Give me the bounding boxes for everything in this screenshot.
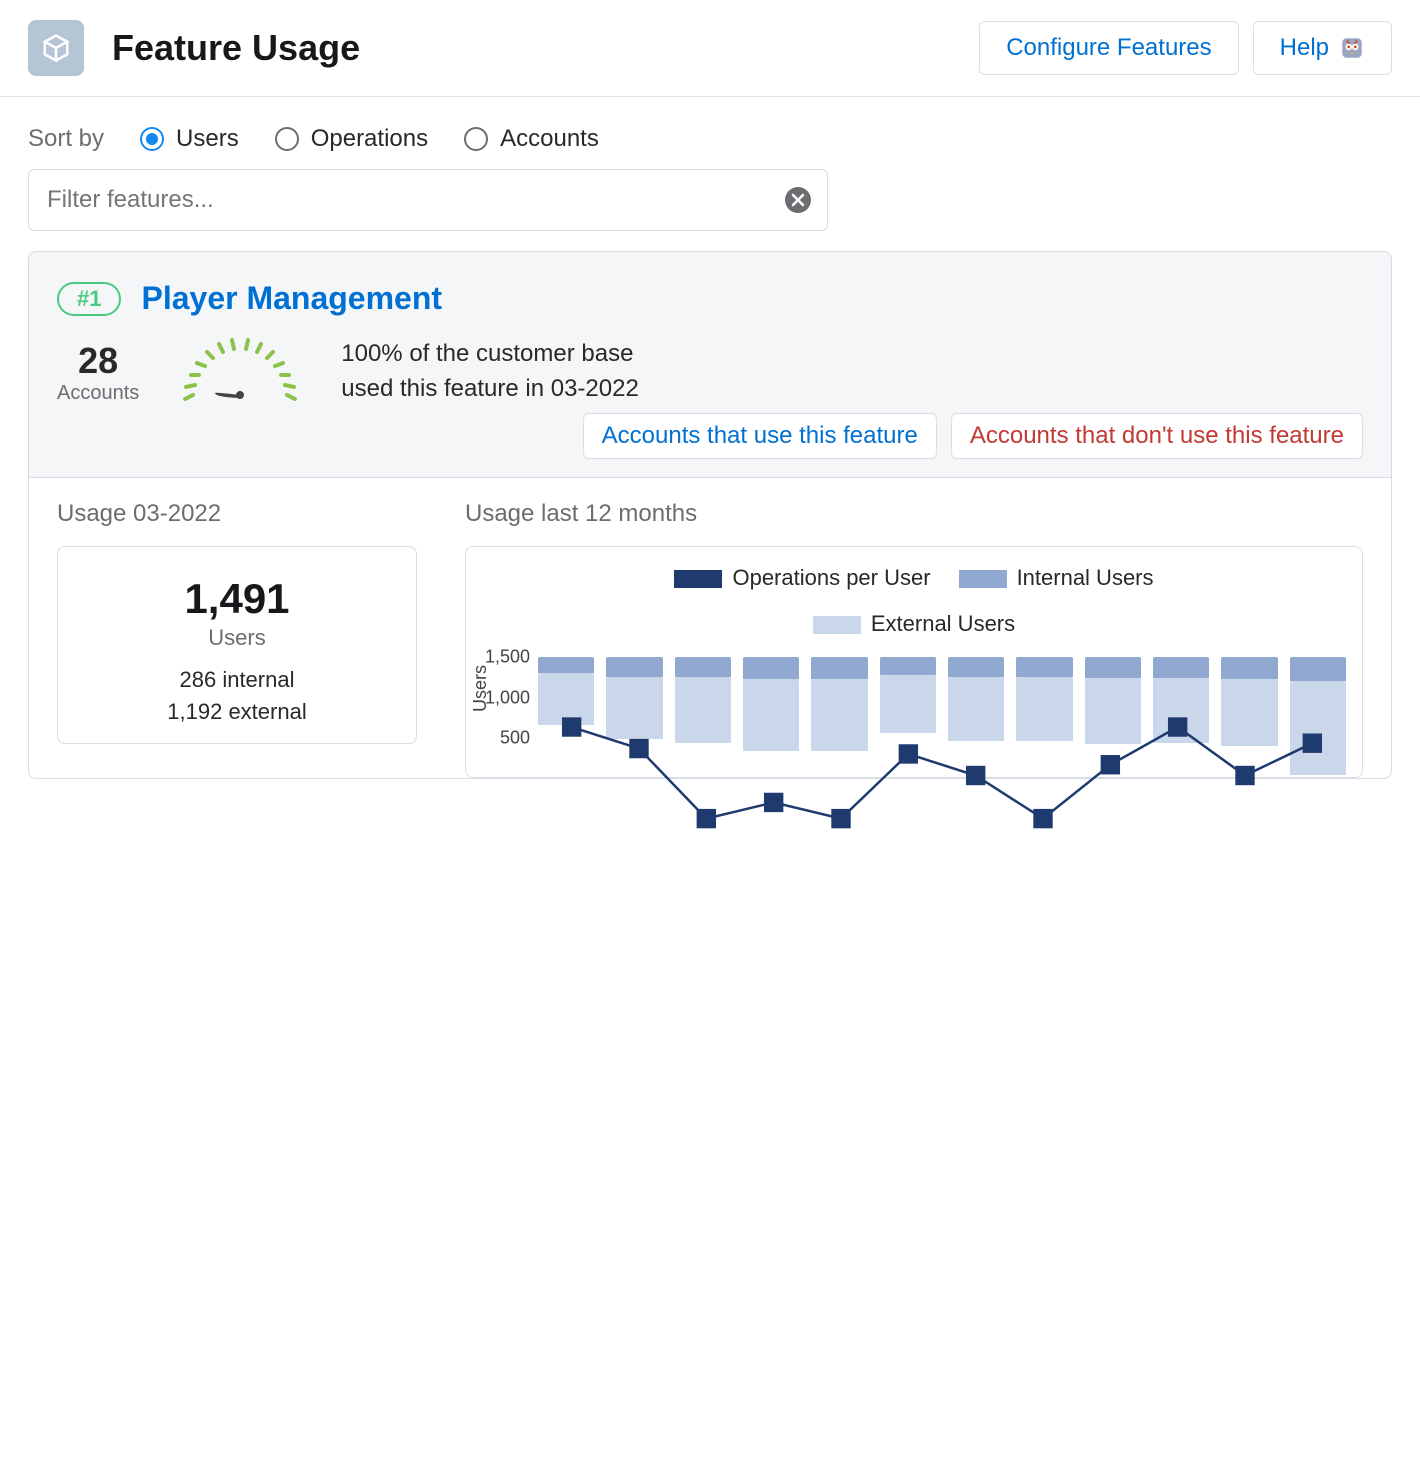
chart-y-tick: 1,500 — [474, 647, 530, 668]
usage-line-2: used this feature in 03-2022 — [341, 372, 639, 407]
chart-box: Operations per User Internal Users Exter… — [465, 546, 1363, 778]
bar — [606, 657, 662, 777]
page-header: Feature Usage Configure Features Help — [0, 0, 1420, 97]
usage-panel: Usage 03-2022 1,491 Users 286 internal 1… — [57, 500, 417, 778]
usage-text: 100% of the customer base used this feat… — [341, 337, 639, 407]
bar — [743, 657, 799, 777]
radio-label: Operations — [311, 125, 428, 153]
sort-by-row: Sort by Users Operations Accounts — [28, 125, 1392, 153]
accounts-count: 28 — [57, 340, 139, 382]
chart-y-tick: 1,000 — [474, 687, 530, 708]
radio-icon — [140, 127, 164, 151]
internal-line: 286 internal — [78, 667, 396, 693]
bar — [1290, 657, 1346, 777]
sort-by-label: Sort by — [28, 125, 104, 153]
rank-badge: #1 — [57, 282, 121, 316]
radio-icon — [464, 127, 488, 151]
gauge-icon — [175, 337, 305, 407]
bar — [675, 657, 731, 777]
configure-features-button[interactable]: Configure Features — [979, 21, 1238, 75]
external-line: 1,192 external — [78, 699, 396, 725]
bar — [811, 657, 867, 777]
usage-panel-title: Usage 03-2022 — [57, 500, 417, 528]
usage-card: 1,491 Users 286 internal 1,192 external — [57, 546, 417, 744]
feature-card-header: #1 Player Management 28 Accounts — [29, 252, 1391, 477]
legend-item-external: External Users — [486, 611, 1342, 637]
legend-item-internal: Internal Users — [959, 565, 1154, 591]
sort-radio-operations[interactable]: Operations — [275, 125, 428, 153]
sort-radio-accounts[interactable]: Accounts — [464, 125, 599, 153]
page-title: Feature Usage — [112, 27, 979, 69]
chart-y-tick: 500 — [474, 728, 530, 749]
bar — [948, 657, 1004, 777]
chart-bars — [538, 657, 1346, 777]
sort-radio-users[interactable]: Users — [140, 125, 239, 153]
cube-icon — [28, 20, 84, 76]
accounts-metric: 28 Accounts — [57, 340, 139, 405]
radio-icon — [275, 127, 299, 151]
bar — [1221, 657, 1277, 777]
users-label: Users — [78, 625, 396, 651]
bar — [880, 657, 936, 777]
controls-bar: Sort by Users Operations Accounts — [0, 97, 1420, 251]
bar — [538, 657, 594, 777]
filter-input[interactable] — [45, 185, 785, 215]
chart-line — [538, 657, 1346, 1465]
accounts-use-button[interactable]: Accounts that use this feature — [583, 413, 937, 459]
clear-icon[interactable] — [785, 187, 811, 213]
feature-name-link[interactable]: Player Management — [141, 280, 442, 317]
chart-legend: Operations per User Internal Users Exter… — [486, 565, 1342, 637]
chart-panel-title: Usage last 12 months — [465, 500, 1363, 528]
legend-item-ops: Operations per User — [674, 565, 930, 591]
usage-line-1: 100% of the customer base — [341, 337, 639, 372]
bar — [1085, 657, 1141, 777]
bar — [1153, 657, 1209, 777]
filter-container — [28, 169, 828, 231]
accounts-dont-use-button[interactable]: Accounts that don't use this feature — [951, 413, 1363, 459]
feature-card-body: Usage 03-2022 1,491 Users 286 internal 1… — [29, 477, 1391, 778]
header-actions: Configure Features Help — [979, 21, 1392, 75]
chart-panel: Usage last 12 months Operations per User… — [465, 500, 1363, 778]
users-count: 1,491 — [78, 575, 396, 623]
help-button[interactable]: Help — [1253, 21, 1392, 75]
help-label: Help — [1280, 34, 1329, 62]
feature-card: #1 Player Management 28 Accounts — [28, 251, 1392, 779]
accounts-label: Accounts — [57, 382, 139, 405]
owl-icon — [1339, 35, 1365, 61]
bar — [1016, 657, 1072, 777]
radio-label: Users — [176, 125, 239, 153]
radio-label: Accounts — [500, 125, 599, 153]
